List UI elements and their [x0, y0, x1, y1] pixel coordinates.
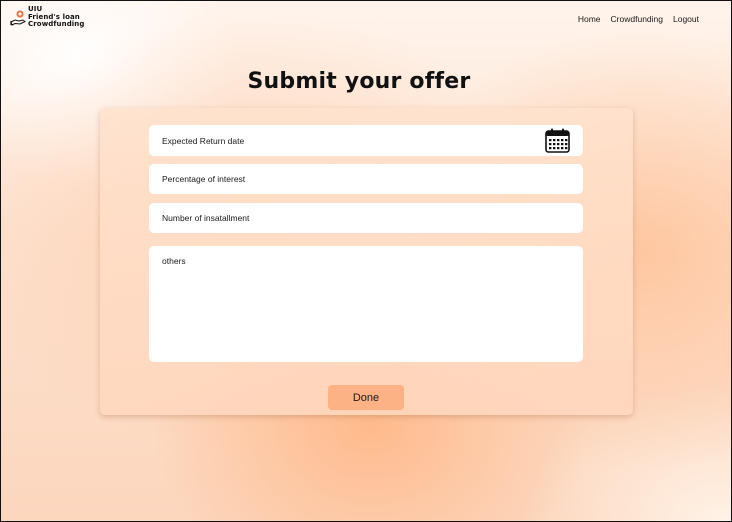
interest-placeholder: Percentage of interest [162, 174, 246, 184]
nav-crowdfunding-link[interactable]: Crowdfunding [611, 14, 663, 24]
return-date-placeholder: Expected Return date [162, 135, 245, 146]
page-title: Submit your offer [247, 69, 471, 94]
logo-line-3: Crowdfunding [28, 20, 85, 28]
others-placeholder: others [162, 256, 186, 266]
hand-coin-icon [10, 10, 26, 26]
others-textarea[interactable]: others [149, 246, 583, 362]
installment-count-field[interactable]: Number of insatallment [149, 203, 583, 233]
installment-placeholder: Number of insatallment [162, 213, 250, 223]
nav-home-link[interactable]: Home [578, 14, 601, 24]
done-button[interactable]: Done [328, 385, 404, 410]
page-frame: UIU Friend's loan Crowdfunding Home Crow… [0, 0, 732, 522]
interest-percentage-field[interactable]: Percentage of interest [149, 164, 583, 194]
calendar-icon[interactable] [544, 127, 571, 154]
nav-logout-link[interactable]: Logout [673, 14, 699, 24]
top-nav: Home Crowdfunding Logout [578, 14, 699, 24]
logo-text: UIU Friend's loan Crowdfunding [28, 5, 85, 29]
offer-form-card: Expected Return date Percentage of inter… [100, 108, 633, 415]
return-date-field[interactable]: Expected Return date [149, 125, 583, 156]
logo[interactable]: UIU Friend's loan Crowdfunding [10, 5, 85, 30]
